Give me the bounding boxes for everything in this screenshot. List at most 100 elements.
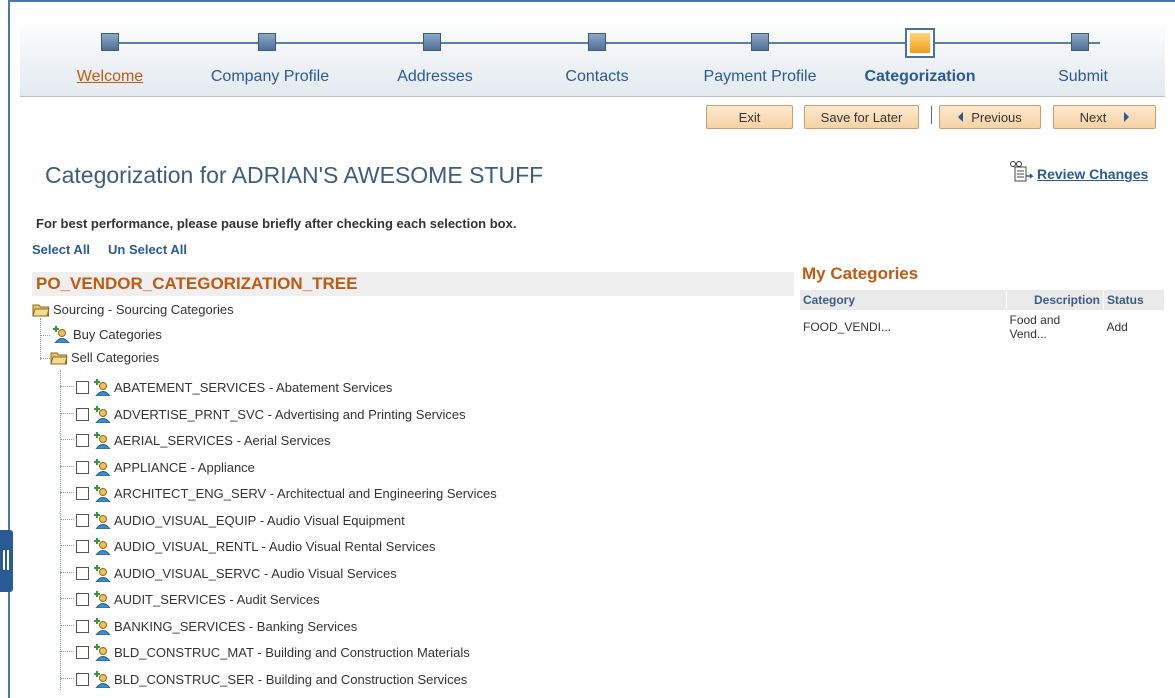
add-person-icon [94,459,111,476]
category-checkbox[interactable] [76,433,89,447]
unselect-all-link[interactable]: Un Select All [108,242,187,257]
add-person-icon [94,406,111,423]
tree-node-buy-categories[interactable]: Buy Categories [52,325,162,343]
category-checkbox[interactable] [76,592,89,606]
tree-connector [60,439,74,440]
exit-button[interactable]: Exit [706,105,793,129]
select-all-link[interactable]: Select All [32,242,90,257]
category-checkbox[interactable] [76,566,89,580]
table-header-row: Category Description Status [800,290,1165,310]
open-folder-icon [50,352,68,364]
step-welcome[interactable]: Welcome [77,68,143,86]
cell-status: Add [1106,320,1128,334]
tree-node-label: Buy Categories [73,326,162,342]
step-contacts[interactable]: Contacts [565,68,628,86]
category-label: AUDIO_VISUAL_EQUIP - Audio Visual Equipm… [114,512,405,528]
previous-label: Previous [971,109,1022,125]
category-checkbox[interactable] [76,539,89,553]
column-header-status[interactable]: Status [1103,290,1165,310]
step-node-payment-profile[interactable] [751,33,769,51]
category-item[interactable]: AUDIT_SERVICES - Audit Services [76,590,320,608]
step-node-submit[interactable] [1071,33,1089,51]
add-person-icon [94,379,111,396]
tree-connector [60,370,61,690]
add-person-icon [53,326,70,343]
table-row: FOOD_VENDI... Food and Vend... Add [800,310,1165,344]
category-item[interactable]: AERIAL_SERVICES - Aerial Services [76,431,331,449]
tree-connector [40,358,50,359]
step-submit[interactable]: Submit [1058,68,1108,86]
category-item[interactable]: APPLIANCE - Appliance [76,458,255,476]
next-label: Next [1079,109,1107,125]
category-checkbox[interactable] [76,645,89,659]
tree-connector [60,413,74,414]
category-item[interactable]: ABATEMENT_SERVICES - Abatement Services [76,378,392,396]
review-changes-icon [1010,161,1034,182]
category-label: AUDIO_VISUAL_SERVC - Audio Visual Servic… [114,565,397,581]
add-person-icon [94,485,111,502]
category-checkbox[interactable] [76,486,89,500]
step-addresses[interactable]: Addresses [397,68,473,86]
category-checkbox[interactable] [76,672,89,686]
review-changes-label: Review Changes [1037,166,1149,182]
tree-connector [60,651,74,652]
tree-connector [60,466,74,467]
tree-node-sell-categories[interactable]: Sell Categories [50,350,159,365]
step-payment-profile[interactable]: Payment Profile [704,68,817,86]
step-node-contacts[interactable] [588,33,606,51]
category-label: BLD_CONSTRUC_SER - Building and Construc… [114,671,468,687]
save-for-later-button[interactable]: Save for Later [804,105,919,129]
category-label: ADVERTISE_PRNT_SVC - Advertising and Pri… [114,406,466,422]
category-checkbox[interactable] [76,380,89,394]
category-item[interactable]: AUDIO_VISUAL_EQUIP - Audio Visual Equipm… [76,511,405,529]
step-categorization[interactable]: Categorization [864,68,975,86]
tree-node-label: Sell Categories [71,350,160,365]
category-label: BANKING_SERVICES - Banking Services [114,618,358,634]
category-item[interactable]: BLD_CONSTRUC_MAT - Building and Construc… [76,643,470,661]
step-node-company-profile[interactable] [258,33,276,51]
column-header-category[interactable]: Category [800,290,1007,310]
step-node-categorization[interactable] [905,28,935,58]
tree-connector [40,335,50,336]
cell-description: Food and Vend... [1009,313,1061,341]
add-person-icon [94,591,111,608]
save-for-later-label: Save for Later [820,109,903,125]
chevron-left-icon [958,112,964,122]
tree-connector [60,625,74,626]
next-button[interactable]: Next [1053,105,1156,129]
column-header-description[interactable]: Description [1006,290,1104,310]
tree-node-root[interactable]: Sourcing - Sourcing Categories [32,302,234,317]
category-checkbox[interactable] [76,619,89,633]
toolbar-separator [931,106,932,124]
step-node-welcome[interactable] [101,33,119,51]
progress-stepper: Welcome Company Profile Addresses Contac… [20,20,1165,97]
tree-node-label: Sourcing - Sourcing Categories [53,302,234,317]
cell-category: FOOD_VENDI... [803,320,892,334]
add-person-icon [94,512,111,529]
category-checkbox[interactable] [76,407,89,421]
page-title: Categorization for ADRIAN'S AWESOME STUF… [45,162,544,188]
category-label: APPLIANCE - Appliance [114,459,255,475]
side-panel-toggle[interactable] [0,530,13,592]
step-node-addresses[interactable] [423,33,441,51]
category-item[interactable]: BANKING_SERVICES - Banking Services [76,617,357,635]
category-item[interactable]: BLD_CONSTRUC_SER - Building and Construc… [76,670,467,688]
category-item[interactable]: AUDIO_VISUAL_SERVC - Audio Visual Servic… [76,564,397,582]
previous-button[interactable]: Previous [939,105,1041,129]
tree-connector [60,678,74,679]
tree-connector [40,318,41,360]
category-label: ABATEMENT_SERVICES - Abatement Services [114,379,393,395]
step-company-profile[interactable]: Company Profile [211,68,329,86]
exit-label: Exit [738,109,761,125]
category-label: AUDIO_VISUAL_RENTL - Audio Visual Rental… [114,538,436,554]
category-label: ARCHITECT_ENG_SERV - Architectual and En… [114,485,497,501]
category-item[interactable]: ARCHITECT_ENG_SERV - Architectual and En… [76,484,497,502]
category-checkbox[interactable] [76,513,89,527]
category-item[interactable]: ADVERTISE_PRNT_SVC - Advertising and Pri… [76,405,466,423]
add-person-icon [94,538,111,555]
category-item[interactable]: AUDIO_VISUAL_RENTL - Audio Visual Rental… [76,537,436,555]
category-checkbox[interactable] [76,460,89,474]
category-label: AERIAL_SERVICES - Aerial Services [114,432,331,448]
review-changes-link[interactable]: Review Changes [1010,160,1148,182]
add-person-icon [94,432,111,449]
